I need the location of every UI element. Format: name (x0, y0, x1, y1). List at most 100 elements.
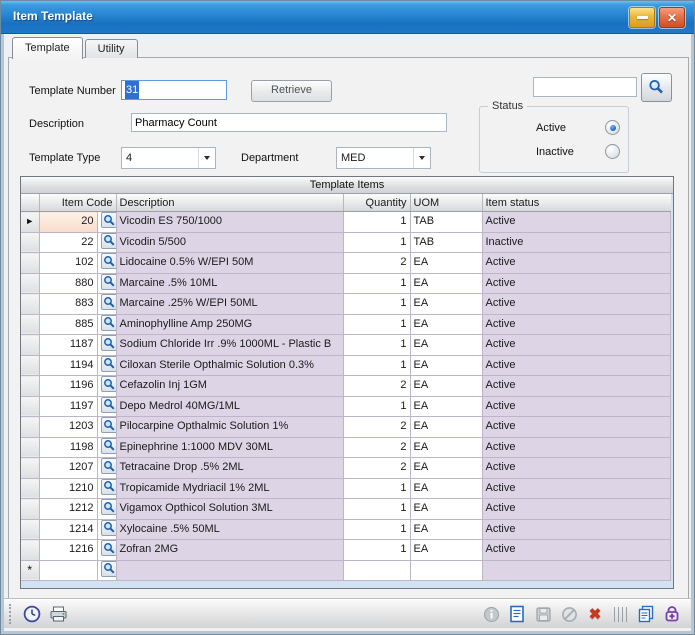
description-cell[interactable]: Tropicamide Mydriacil 1% 2ML (116, 478, 343, 499)
print-icon[interactable] (48, 604, 68, 624)
description-cell[interactable]: Marcaine .5% 10ML (116, 273, 343, 294)
quantity-cell[interactable]: 1 (343, 232, 410, 253)
quantity-cell[interactable]: 1 (343, 519, 410, 540)
quantity-cell[interactable]: 2 (343, 458, 410, 479)
description-cell[interactable]: Pilocarpine Opthalmic Solution 1% (116, 417, 343, 438)
uom-cell[interactable]: EA (410, 376, 482, 397)
description-cell[interactable]: Zofran 2MG (116, 540, 343, 561)
quantity-cell[interactable] (343, 560, 410, 581)
row-selector[interactable] (21, 417, 39, 438)
item-status-cell[interactable]: Active (482, 478, 671, 499)
quantity-cell[interactable]: 1 (343, 314, 410, 335)
quantity-cell[interactable]: 1 (343, 273, 410, 294)
item-code-cell[interactable]: 1198 (39, 437, 97, 458)
item-status-column-header[interactable]: Item status (482, 194, 671, 212)
row-selector[interactable] (21, 273, 39, 294)
item-code-cell[interactable]: 1212 (39, 499, 97, 520)
uom-cell[interactable]: EA (410, 294, 482, 315)
tab-utility[interactable]: Utility (85, 39, 138, 58)
quantity-cell[interactable]: 2 (343, 376, 410, 397)
clock-icon[interactable] (22, 604, 42, 624)
uom-cell[interactable]: EA (410, 253, 482, 274)
department-combo[interactable]: MED (336, 147, 431, 169)
quantity-cell[interactable]: 2 (343, 437, 410, 458)
template-type-combo[interactable]: 4 (121, 147, 216, 169)
search-button[interactable] (641, 73, 672, 102)
item-code-cell[interactable]: 22 (39, 232, 97, 253)
item-code-cell[interactable]: 1196 (39, 376, 97, 397)
uom-cell[interactable]: EA (410, 540, 482, 561)
minimize-button[interactable] (629, 7, 655, 28)
item-status-cell[interactable]: Active (482, 417, 671, 438)
row-selector[interactable] (21, 253, 39, 274)
description-cell[interactable]: Lidocaine 0.5% W/EPI 50M (116, 253, 343, 274)
item-code-cell[interactable]: 1207 (39, 458, 97, 479)
description-cell[interactable]: Depo Medrol 40MG/1ML (116, 396, 343, 417)
item-status-cell[interactable]: Active (482, 396, 671, 417)
item-status-cell[interactable]: Active (482, 499, 671, 520)
tab-template[interactable]: Template (12, 37, 83, 59)
item-status-cell[interactable]: Active (482, 437, 671, 458)
cancel-icon[interactable] (559, 604, 579, 624)
description-cell[interactable]: Marcaine .25% W/EPI 50ML (116, 294, 343, 315)
item-search-button[interactable] (101, 274, 117, 290)
description-cell[interactable]: Cefazolin Inj 1GM (116, 376, 343, 397)
row-selector[interactable] (21, 232, 39, 253)
item-code-cell[interactable]: 1203 (39, 417, 97, 438)
item-status-cell[interactable]: Active (482, 458, 671, 479)
item-search-button[interactable] (101, 520, 117, 536)
uom-cell[interactable]: EA (410, 273, 482, 294)
description-cell[interactable]: Sodium Chloride Irr .9% 1000ML - Plastic… (116, 335, 343, 356)
quantity-cell[interactable]: 1 (343, 540, 410, 561)
item-code-cell[interactable]: 885 (39, 314, 97, 335)
save-icon[interactable] (533, 604, 553, 624)
template-type-dropdown-button[interactable] (198, 148, 215, 168)
item-search-button[interactable] (101, 233, 117, 249)
item-code-cell[interactable]: 1194 (39, 355, 97, 376)
row-selector[interactable] (21, 519, 39, 540)
item-status-cell[interactable] (482, 560, 671, 581)
uom-cell[interactable]: EA (410, 478, 482, 499)
uom-cell[interactable]: EA (410, 335, 482, 356)
quantity-cell[interactable]: 1 (343, 294, 410, 315)
item-status-cell[interactable]: Active (482, 355, 671, 376)
item-search-button[interactable] (101, 397, 117, 413)
lock-icon[interactable] (662, 604, 682, 624)
quantity-cell[interactable]: 1 (343, 335, 410, 356)
item-search-button[interactable] (101, 540, 117, 556)
uom-cell[interactable]: TAB (410, 212, 482, 233)
item-search-button[interactable] (101, 356, 117, 372)
item-code-cell[interactable]: 102 (39, 253, 97, 274)
info-icon[interactable] (481, 604, 501, 624)
uom-column-header[interactable]: UOM (410, 194, 482, 212)
item-search-button[interactable] (101, 315, 117, 331)
quantity-cell[interactable]: 1 (343, 499, 410, 520)
item-status-cell[interactable]: Active (482, 540, 671, 561)
item-status-cell[interactable]: Active (482, 519, 671, 540)
item-status-cell[interactable]: Active (482, 376, 671, 397)
item-status-cell[interactable]: Inactive (482, 232, 671, 253)
uom-cell[interactable]: EA (410, 417, 482, 438)
item-status-cell[interactable]: Active (482, 212, 671, 233)
uom-cell[interactable]: EA (410, 499, 482, 520)
item-code-cell[interactable] (39, 560, 97, 581)
uom-cell[interactable]: EA (410, 519, 482, 540)
quantity-cell[interactable]: 2 (343, 417, 410, 438)
uom-cell[interactable]: TAB (410, 232, 482, 253)
item-search-button[interactable] (101, 438, 117, 454)
row-selector[interactable] (21, 355, 39, 376)
department-dropdown-button[interactable] (413, 148, 430, 168)
quantity-cell[interactable]: 1 (343, 478, 410, 499)
item-code-column-header[interactable]: Item Code (39, 194, 116, 212)
uom-cell[interactable]: EA (410, 458, 482, 479)
row-selector[interactable] (21, 540, 39, 561)
item-search-button[interactable] (101, 417, 117, 433)
description-cell[interactable]: Vicodin 5/500 (116, 232, 343, 253)
item-status-cell[interactable]: Active (482, 253, 671, 274)
item-search-button[interactable] (101, 499, 117, 515)
selector-column-header[interactable] (21, 194, 39, 212)
quantity-cell[interactable]: 1 (343, 212, 410, 233)
close-button[interactable]: ✕ (659, 7, 685, 28)
item-code-cell[interactable]: 883 (39, 294, 97, 315)
item-code-cell[interactable]: 1197 (39, 396, 97, 417)
